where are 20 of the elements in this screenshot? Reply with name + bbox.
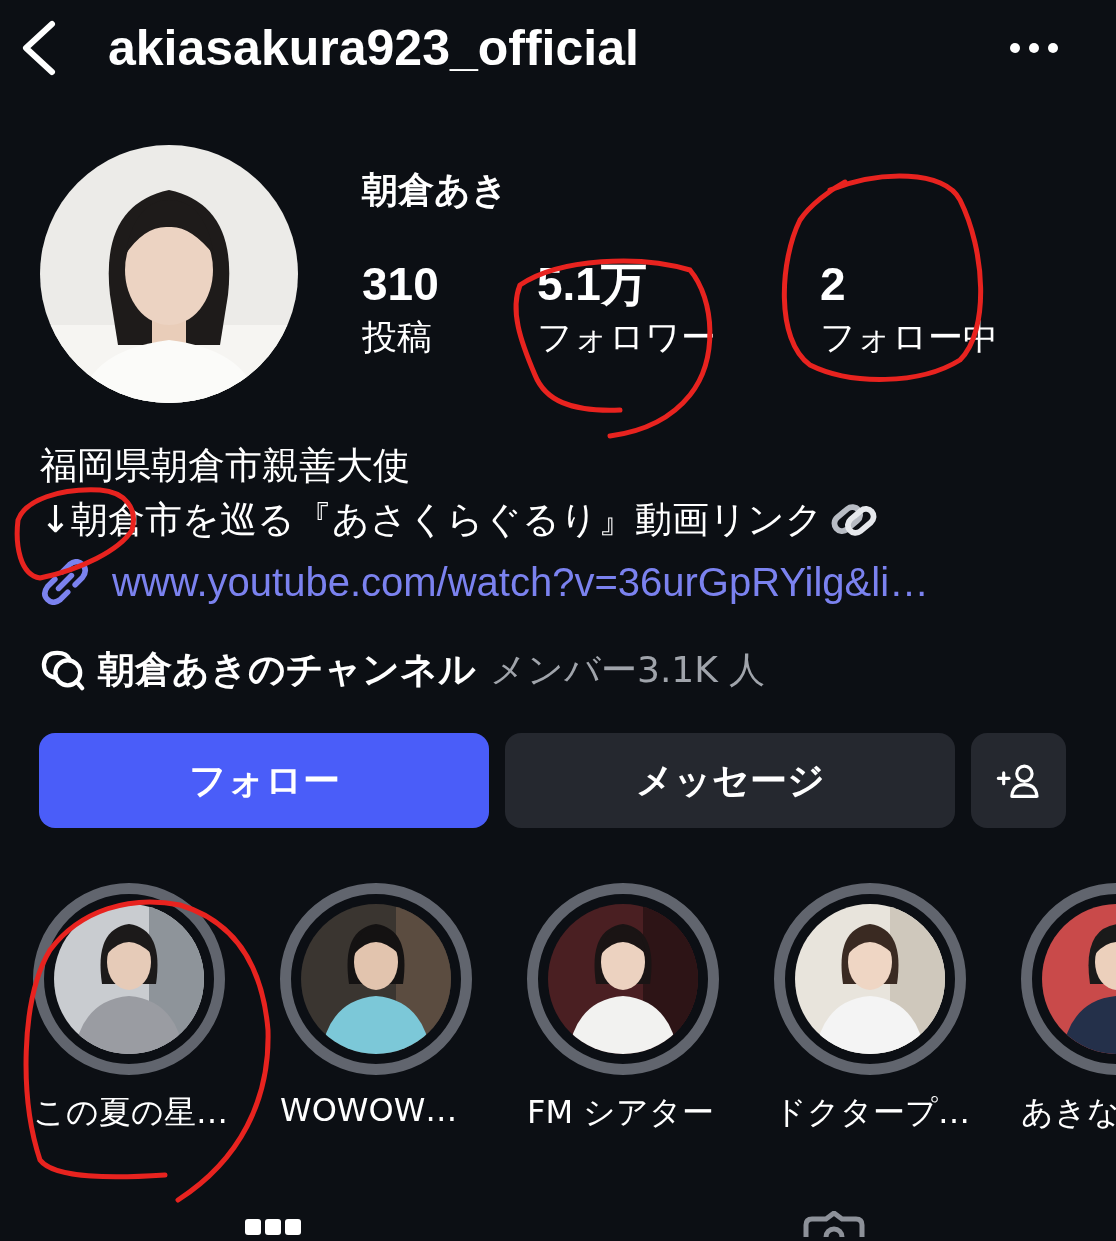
highlight-label: ドクタープ…: [774, 1092, 970, 1133]
website-link[interactable]: www.youtube.com/watch?v=36urGpRYilg&li…: [112, 559, 930, 605]
chat-bubbles-icon: [40, 649, 86, 691]
link-icon: [40, 559, 90, 605]
tagged-icon[interactable]: [802, 1211, 866, 1237]
highlight-label: FM シアター: [527, 1092, 715, 1133]
more-icon[interactable]: [1009, 42, 1059, 54]
message-button[interactable]: メッセージ: [505, 733, 955, 828]
channel-name[interactable]: 朝倉あきのチャンネル: [98, 645, 476, 695]
highlight-label: あきな: [1021, 1092, 1116, 1133]
bio-text: 福岡県朝倉市親善大使: [40, 443, 411, 489]
follow-button[interactable]: フォロー: [39, 733, 489, 828]
stat-link[interactable]: 310 投稿: [362, 257, 537, 363]
display-name: 朝倉あき: [362, 168, 509, 212]
highlight-label: この夏の星…: [33, 1092, 228, 1133]
member-count: メンバー3.1K 人: [490, 647, 766, 692]
highlight-label: WOWOW…: [280, 1091, 458, 1129]
username: akiasakura923_official: [108, 19, 640, 77]
add-person-button[interactable]: [971, 733, 1066, 828]
add-person-icon: [995, 762, 1042, 799]
